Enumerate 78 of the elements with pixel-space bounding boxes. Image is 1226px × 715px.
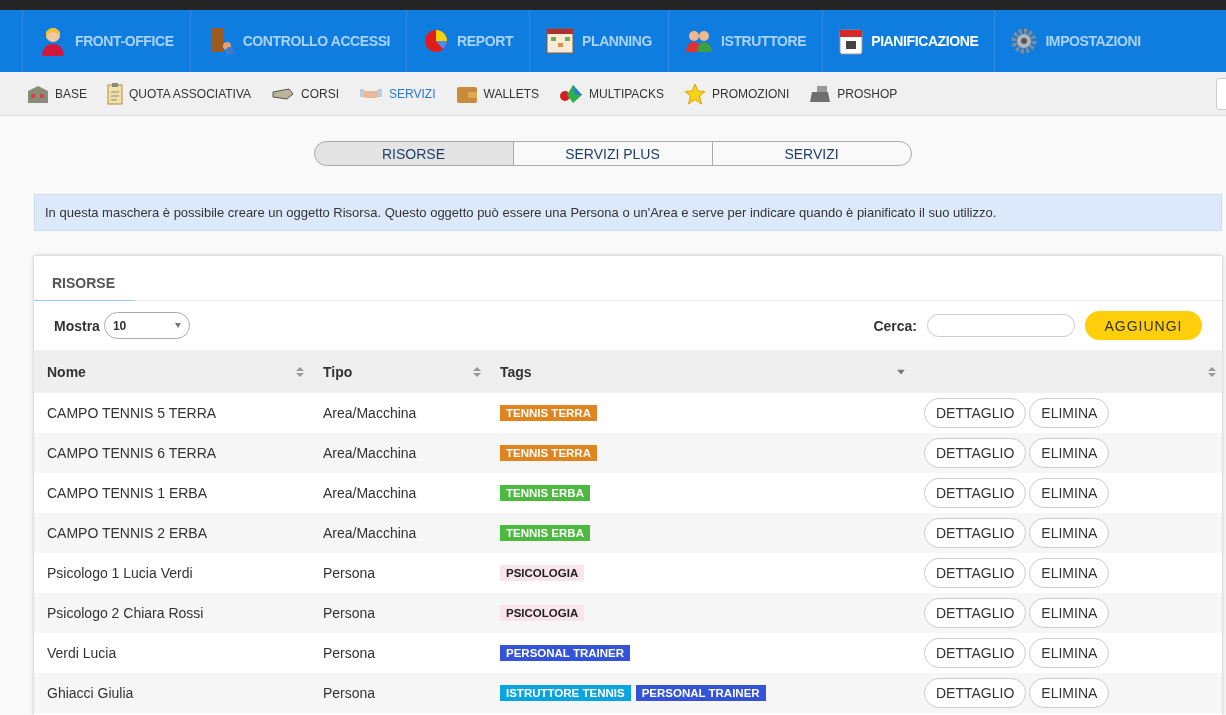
settings-icon <box>1011 28 1038 54</box>
segment-tab[interactable]: SERVIZI <box>711 141 912 166</box>
sub-nav-item[interactable]: BASE <box>27 83 87 104</box>
tag: PSICOLOGIA <box>500 605 585 621</box>
building-icon <box>27 83 49 104</box>
sub-nav-item[interactable]: PROMOZIONI <box>684 82 790 105</box>
table-cell: Area/Macchina <box>310 393 487 433</box>
sort-icon[interactable] <box>296 365 304 378</box>
table-cell: CAMPO TENNIS 1 ERBA <box>34 473 310 513</box>
tag: PERSONAL TRAINER <box>500 645 630 661</box>
person-icon <box>39 26 67 56</box>
sub-nav-item[interactable]: MULTIPACKS <box>559 82 664 105</box>
search-field[interactable] <box>927 314 1075 337</box>
column-header[interactable]: Tags <box>487 350 911 393</box>
delete-button[interactable]: ELIMINA <box>1029 558 1110 588</box>
handshake-icon <box>359 86 384 101</box>
sub-nav-item[interactable]: QUOTA ASSOCIATIVA <box>107 82 252 105</box>
add-button[interactable]: AGGIUNGI <box>1085 311 1202 340</box>
sub-nav-item[interactable]: CORSI <box>271 85 340 102</box>
sub-nav-item[interactable]: PROSHOP <box>809 84 898 103</box>
table-cell: CAMPO TENNIS 6 TERRA <box>34 433 310 473</box>
sub-nav-item[interactable]: WALLETS <box>455 83 540 104</box>
table-cell: Persona <box>310 633 487 673</box>
detail-button[interactable]: DETTAGLIO <box>924 678 1027 708</box>
tag: ISTRUTTORE TENNIS <box>500 685 631 701</box>
column-header[interactable]: Nome <box>34 350 310 393</box>
table-cell: Area/Macchina <box>310 433 487 473</box>
detail-button[interactable]: DETTAGLIO <box>924 478 1027 508</box>
people-icon <box>685 28 713 54</box>
calendar-icon <box>546 27 575 55</box>
tag: TENNIS ERBA <box>500 485 590 501</box>
table-cell: Area/Macchina <box>310 473 487 513</box>
tag: PERSONAL TRAINER <box>635 685 766 701</box>
segment-tab[interactable]: SERVIZI PLUS <box>512 141 713 166</box>
table-cell: Persona <box>310 553 487 593</box>
delete-button[interactable]: ELIMINA <box>1029 478 1110 508</box>
delete-button[interactable]: ELIMINA <box>1029 518 1110 548</box>
table-cell: Area/Macchina <box>310 513 487 553</box>
table-cell: CAMPO TENNIS 2 ERBA <box>34 513 310 553</box>
tag: TENNIS TERRA <box>500 405 597 421</box>
field-edge <box>1216 78 1226 110</box>
table-cell: Persona <box>310 673 487 713</box>
delete-button[interactable]: ELIMINA <box>1029 638 1110 668</box>
tag: TENNIS TERRA <box>500 445 597 461</box>
delete-button[interactable]: ELIMINA <box>1029 598 1110 628</box>
delete-button[interactable]: ELIMINA <box>1029 438 1110 468</box>
table-cell: Psicologo 1 Lucia Verdi <box>34 553 310 593</box>
calendar-icon <box>839 27 864 55</box>
table-cell: Verdi Lucia <box>34 633 310 673</box>
tag: PSICOLOGIA <box>500 565 585 581</box>
table-cell: CAMPO TENNIS 5 TERRA <box>34 393 310 433</box>
sort-down-icon[interactable] <box>897 369 905 374</box>
cash-register-icon <box>809 84 832 103</box>
tag: TENNIS ERBA <box>500 525 590 541</box>
detail-button[interactable]: DETTAGLIO <box>924 638 1027 668</box>
clipboard-icon <box>107 82 123 105</box>
detail-button[interactable]: DETTAGLIO <box>924 398 1027 428</box>
search-label: Cerca: <box>873 317 917 334</box>
info-message: In questa maschera è possibile creare un oggetto Risorsa. Questo oggetto può essere una Persona o un'Area e serve per indicare quando è pianificato il suo utilizzo. <box>34 194 1222 231</box>
detail-button[interactable]: DETTAGLIO <box>924 558 1027 588</box>
card-tab[interactable]: RISORSE <box>34 275 134 301</box>
delete-button[interactable]: ELIMINA <box>1029 398 1110 428</box>
table-cell: Psicologo 2 Chiara Rossi <box>34 593 310 633</box>
segment-tab[interactable]: RISORSE <box>313 141 514 166</box>
table-cell: Ghiacci Giulia <box>34 673 310 713</box>
detail-button[interactable]: DETTAGLIO <box>924 598 1027 628</box>
pie-chart-icon <box>423 28 450 54</box>
sort-icon[interactable] <box>1208 365 1216 378</box>
delete-button[interactable]: ELIMINA <box>1029 678 1110 708</box>
sort-icon[interactable] <box>473 365 481 378</box>
star-icon <box>684 82 706 105</box>
whistle-icon <box>271 85 296 102</box>
column-header[interactable]: Tipo <box>310 350 487 393</box>
show-label: Mostra <box>54 317 100 334</box>
detail-button[interactable]: DETTAGLIO <box>924 518 1027 548</box>
table-cell: Persona <box>310 593 487 633</box>
sub-nav-item[interactable]: SERVIZI <box>359 86 436 101</box>
detail-button[interactable]: DETTAGLIO <box>924 438 1027 468</box>
